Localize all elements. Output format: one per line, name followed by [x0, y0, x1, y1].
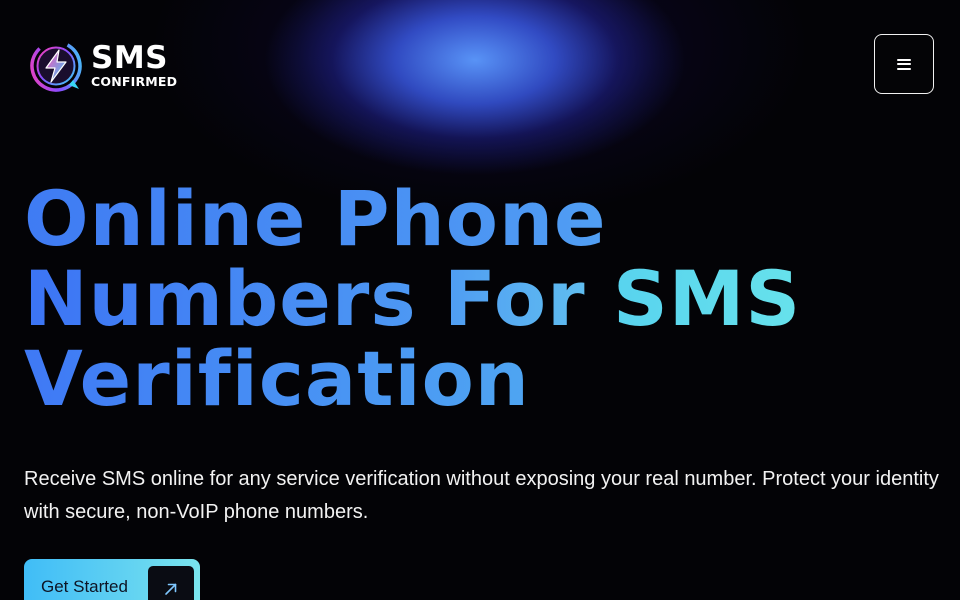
landing-page: SMS CONFIRMED Online Phone Numbers For S… — [0, 0, 960, 600]
arrow-up-right-icon — [148, 566, 194, 600]
get-started-button[interactable]: Get Started — [24, 559, 200, 600]
hamburger-menu-icon — [897, 58, 911, 70]
logo-subtitle: CONFIRMED — [91, 74, 178, 90]
hero-description: Receive SMS online for any service verif… — [24, 468, 939, 523]
headline-line-2: Numbers For SMS — [24, 259, 924, 339]
menu-button[interactable] — [874, 34, 934, 94]
hero-headline: Online Phone Numbers For SMS Verificatio… — [24, 179, 924, 419]
site-logo[interactable]: SMS CONFIRMED — [29, 36, 197, 96]
headline-accent-sms: SMS — [613, 254, 802, 343]
headline-line-3: Verification — [24, 339, 924, 419]
get-started-label: Get Started — [41, 577, 128, 596]
headline-line-2-text: Numbers For — [24, 254, 614, 343]
logo-lightning-icon — [29, 37, 85, 95]
headline-line-1: Online Phone — [24, 179, 924, 259]
logo-wordmark: SMS — [91, 40, 169, 77]
